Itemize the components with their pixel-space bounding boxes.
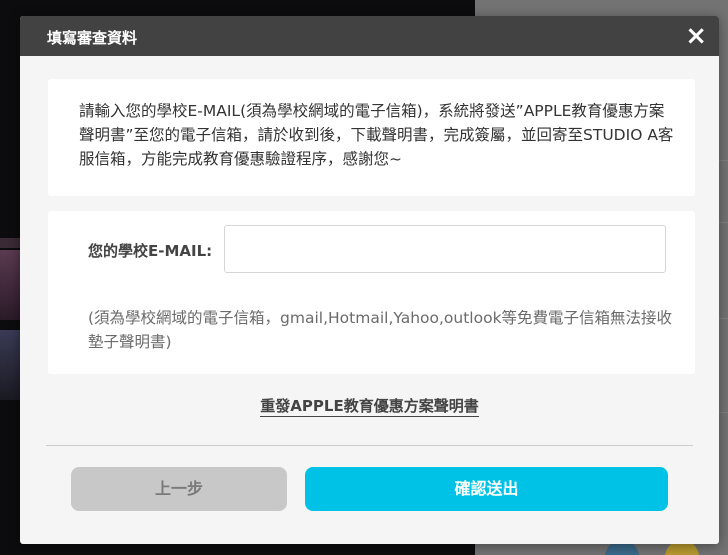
notice-card: 請輸入您的學校E-MAIL(須為學校網域的電子信箱)，系統將發送”APPLE教育…	[48, 79, 695, 196]
review-modal: 填寫審查資料 × 請輸入您的學校E-MAIL(須為學校網域的電子信箱)，系統將發…	[20, 16, 719, 544]
modal-header: 填寫審查資料 ×	[20, 16, 719, 56]
resend-statement-link[interactable]: 重發APPLE教育優惠方案聲明書	[260, 397, 479, 417]
confirm-submit-button[interactable]: 確認送出	[305, 467, 668, 511]
background-stripe	[0, 238, 22, 248]
email-field-label: 您的學校E-MAIL:	[88, 242, 213, 260]
resend-link-container: 重發APPLE教育優惠方案聲明書	[20, 395, 719, 417]
background-stripe	[0, 250, 22, 320]
divider	[46, 445, 693, 446]
email-hint: (須為學校網域的電子信箱，gmail,Hotmail,Yahoo,outlook…	[88, 309, 673, 351]
close-icon[interactable]: ×	[685, 21, 707, 51]
previous-step-button[interactable]: 上一步	[71, 467, 287, 511]
background-stripe	[0, 330, 22, 400]
email-field[interactable]	[224, 225, 666, 273]
email-form-card: 您的學校E-MAIL: (須為學校網域的電子信箱，gmail,Hotmail,Y…	[48, 211, 695, 374]
modal-title: 填寫審查資料	[47, 29, 138, 47]
notice-text: 請輸入您的學校E-MAIL(須為學校網域的電子信箱)，系統將發送”APPLE教育…	[79, 102, 674, 168]
